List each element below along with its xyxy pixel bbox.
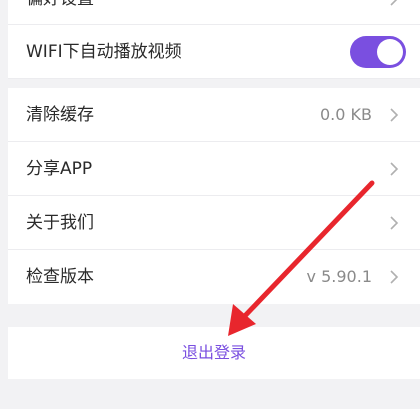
- chevron-right-icon: [390, 0, 398, 6]
- settings-row-preferences[interactable]: 偏好设置: [8, 0, 420, 25]
- chevron-right-icon: [390, 108, 399, 122]
- app-version-value: v 5.90.1: [306, 267, 372, 286]
- chevron-right-icon: [390, 270, 399, 284]
- settings-screen: 偏好设置 WIFI下自动播放视频 清除缓存 0.0 KB 分享APP 关于我们 …: [8, 0, 420, 409]
- chevron-right-icon: [390, 162, 399, 176]
- logout-button[interactable]: 退出登录: [8, 327, 420, 379]
- cache-size-value: 0.0 KB: [320, 105, 372, 124]
- wifi-autoplay-toggle[interactable]: [350, 36, 406, 68]
- settings-row-clear-cache[interactable]: 清除缓存 0.0 KB: [8, 88, 420, 142]
- settings-row-check-version-label: 检查版本: [26, 267, 94, 287]
- settings-row-about-us-label: 关于我们: [26, 213, 94, 233]
- chevron-right-icon: [390, 216, 399, 230]
- settings-row-share-app[interactable]: 分享APP: [8, 142, 420, 196]
- settings-row-share-app-label: 分享APP: [26, 159, 93, 179]
- settings-row-clear-cache-label: 清除缓存: [26, 105, 94, 125]
- settings-row-about-us[interactable]: 关于我们: [8, 196, 420, 250]
- toggle-knob: [377, 39, 403, 65]
- settings-row-wifi-autoplay: WIFI下自动播放视频: [8, 25, 420, 79]
- settings-row-wifi-autoplay-label: WIFI下自动播放视频: [26, 42, 182, 62]
- settings-row-check-version[interactable]: 检查版本 v 5.90.1: [8, 250, 420, 304]
- settings-row-preferences-label: 偏好设置: [26, 0, 94, 25]
- logout-row[interactable]: 退出登录: [8, 327, 420, 379]
